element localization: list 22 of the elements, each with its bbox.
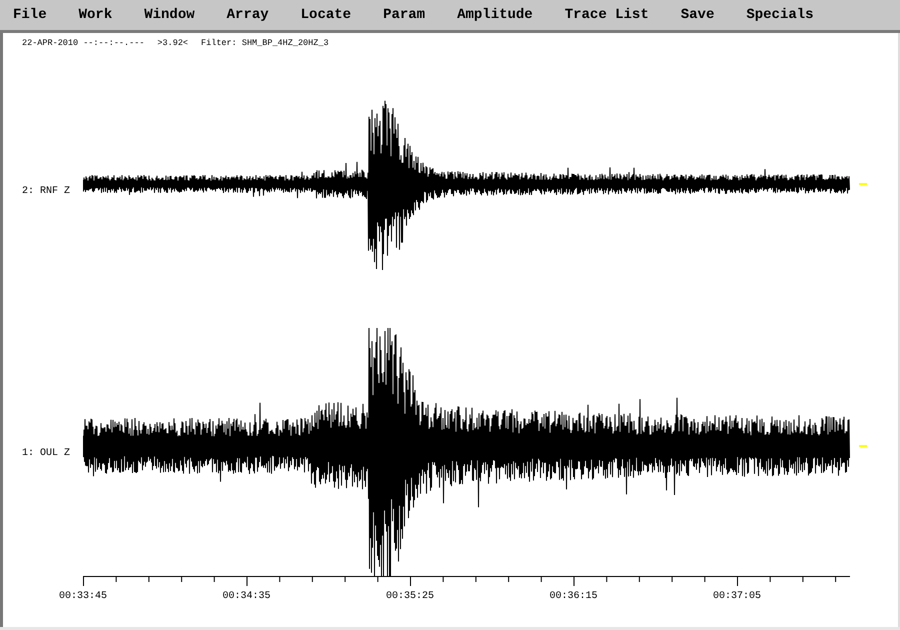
menu-item[interactable]: Trace List <box>564 4 649 26</box>
time-label: 00:34:35 <box>222 590 271 604</box>
trace-label: 1: OUL Z <box>22 448 70 459</box>
menu-item[interactable]: File <box>13 4 47 26</box>
menu-item[interactable]: Param <box>383 4 426 26</box>
date-time-text: 22-APR-2010 --:--:--.--- <box>22 36 144 50</box>
time-label: 00:33:45 <box>59 590 108 604</box>
filter-text: Filter: SHM_BP_4HZ_20HZ_3 <box>201 36 329 50</box>
menu-item[interactable]: Specials <box>746 4 814 26</box>
trace-marker <box>859 183 867 185</box>
time-label: 00:35:25 <box>386 590 434 604</box>
time-label: 00:37:05 <box>713 590 762 604</box>
menu-item[interactable]: Array <box>226 4 269 26</box>
menu-item[interactable]: Window <box>144 4 195 26</box>
menu-item[interactable]: Save <box>680 4 714 26</box>
menu-item[interactable]: Locate <box>300 4 352 26</box>
menu-item[interactable]: Work <box>78 4 112 26</box>
menu-item[interactable]: Amplitude <box>457 4 533 26</box>
time-label: 00:36:15 <box>550 590 598 604</box>
trace-marker <box>859 445 867 447</box>
scale-text: >3.92< <box>157 36 188 50</box>
trace-label: 2: RNF Z <box>22 186 70 197</box>
